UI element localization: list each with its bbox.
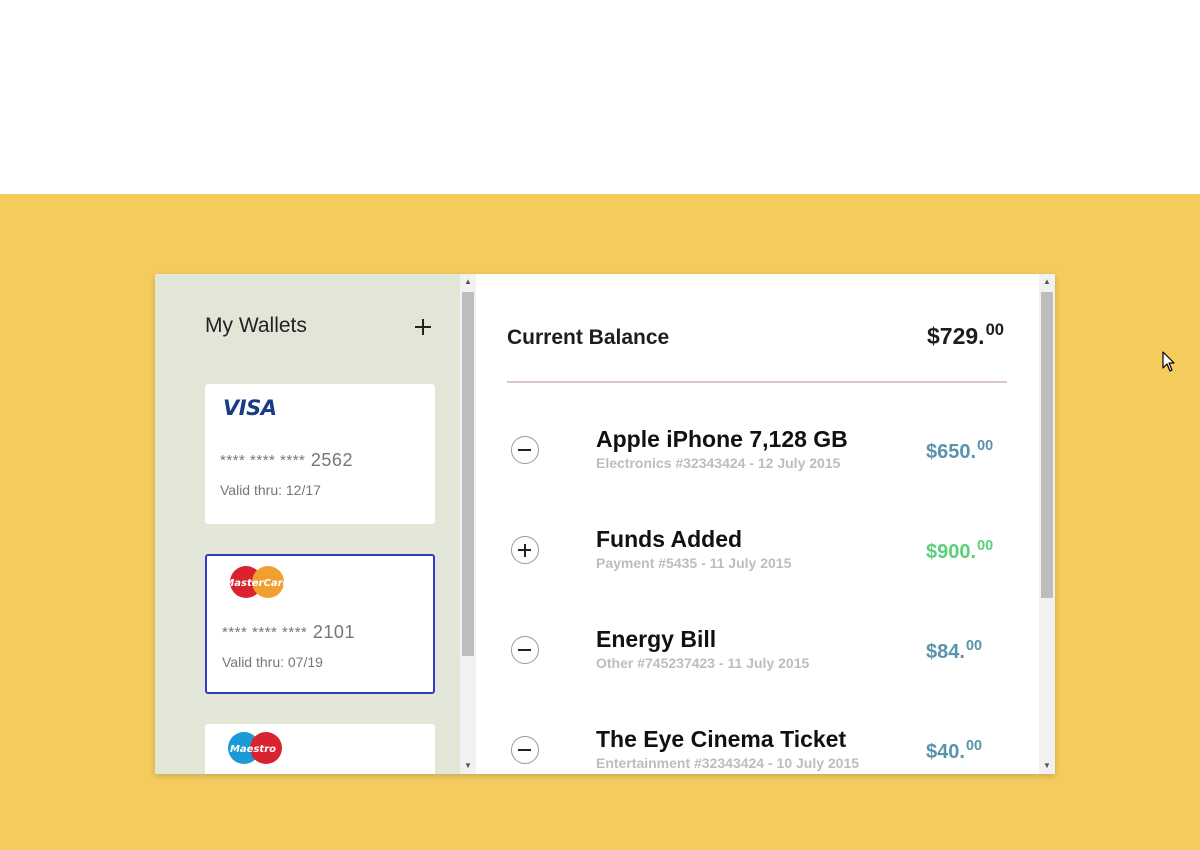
transaction-amount: $40.00 — [926, 738, 982, 763]
transaction-amount: $84.00 — [926, 638, 982, 663]
visa-logo: VISA — [223, 396, 277, 420]
plus-icon[interactable] — [511, 536, 539, 564]
transaction-row[interactable]: Energy Bill Other #745237423 - 11 July 2… — [476, 626, 1039, 696]
transaction-amount: $650.00 — [926, 438, 994, 463]
wallet-app-window: My Wallets VISA **** **** **** 2562 Vali… — [155, 274, 1055, 774]
balance-divider — [507, 381, 1007, 383]
svg-text:Maestro: Maestro — [230, 744, 276, 755]
transaction-details: Electronics #32343424 - 12 July 2015 — [596, 455, 841, 471]
wallets-scroll-thumb[interactable] — [462, 292, 474, 656]
wallets-scrollbar[interactable]: ▲ ▼ — [460, 274, 476, 774]
scroll-up-arrow-icon[interactable]: ▲ — [1039, 274, 1055, 290]
top-blank-area — [0, 0, 1200, 194]
minus-icon[interactable] — [511, 636, 539, 664]
transaction-title: The Eye Cinema Ticket — [596, 726, 847, 752]
add-wallet-button[interactable] — [413, 314, 433, 340]
transaction-details: Entertainment #32343424 - 10 July 2015 — [596, 755, 860, 771]
maestro-logo: Maestro — [225, 730, 285, 771]
transactions-panel: Current Balance $729.00 Apple iPhone 7,1… — [476, 274, 1039, 774]
minus-icon[interactable] — [511, 436, 539, 464]
transaction-amount: $900.00 — [926, 538, 994, 563]
scroll-up-arrow-icon[interactable]: ▲ — [460, 274, 476, 290]
transactions-scrollbar[interactable]: ▲ ▼ — [1039, 274, 1055, 774]
transaction-title: Funds Added — [596, 526, 743, 552]
wallet-card-visa[interactable]: VISA **** **** **** 2562 Valid thru: 12/… — [205, 384, 435, 524]
transaction-row[interactable]: Apple iPhone 7,128 GB Electronics #32343… — [476, 426, 1039, 496]
current-balance-amount: $729.00 — [927, 320, 1004, 350]
transaction-title: Energy Bill — [596, 626, 717, 652]
svg-text:MasterCard: MasterCard — [227, 578, 287, 589]
transaction-row[interactable]: The Eye Cinema Ticket Entertainment #323… — [476, 726, 1039, 774]
transaction-details: Other #745237423 - 11 July 2015 — [596, 655, 810, 671]
transaction-details: Payment #5435 - 11 July 2015 — [596, 555, 792, 571]
minus-icon[interactable] — [511, 736, 539, 764]
transactions-scroll-thumb[interactable] — [1041, 292, 1053, 598]
scroll-down-arrow-icon[interactable]: ▼ — [460, 758, 476, 774]
wallets-panel: My Wallets VISA **** **** **** 2562 Vali… — [155, 274, 460, 774]
card-number: **** **** **** 2562 — [220, 450, 353, 470]
current-balance-label: Current Balance — [507, 326, 670, 349]
wallet-card-maestro[interactable]: Maestro — [205, 724, 435, 774]
wallet-card-mastercard[interactable]: MasterCard **** **** **** 2101 Valid thr… — [205, 554, 435, 694]
card-expiry: Valid thru: 12/17 — [220, 482, 321, 498]
wallets-title: My Wallets — [205, 314, 307, 337]
card-number: **** **** **** 2101 — [222, 622, 355, 642]
scroll-down-arrow-icon[interactable]: ▼ — [1039, 758, 1055, 774]
transaction-title: Apple iPhone 7,128 GB — [596, 426, 848, 452]
transaction-row[interactable]: Funds Added Payment #5435 - 11 July 2015… — [476, 526, 1039, 596]
mastercard-logo: MasterCard — [224, 564, 291, 605]
card-expiry: Valid thru: 07/19 — [222, 654, 323, 670]
plus-icon — [415, 319, 431, 335]
mouse-cursor-icon — [1162, 351, 1176, 378]
